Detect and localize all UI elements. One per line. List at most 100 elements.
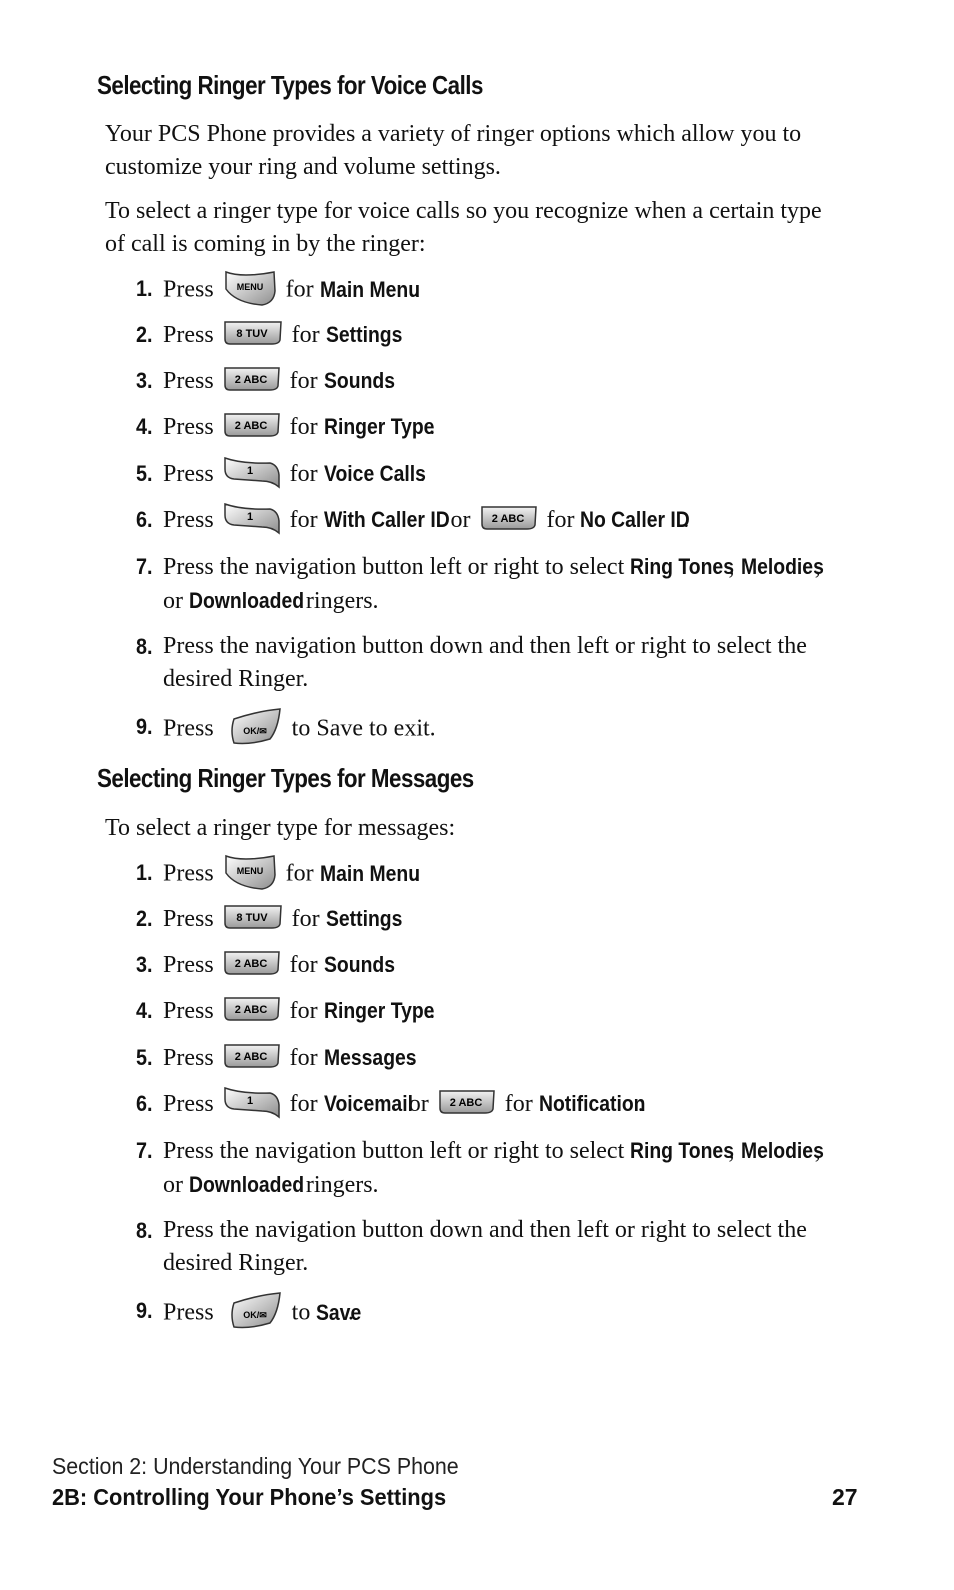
key-8-tuv-icon: 8 TUV (222, 903, 284, 931)
step-text: Press (163, 507, 214, 533)
step-text: Press (163, 368, 214, 394)
step-number: 1. (136, 860, 153, 885)
menu-target: Main Menu (319, 860, 420, 886)
step-text: for (291, 322, 320, 348)
step-text: Press (163, 952, 214, 978)
instruction-paragraph: To select a ringer type for voice calls … (105, 198, 822, 257)
footer-section-title: Section 2: Understanding Your PCS Phone (52, 1453, 459, 1479)
step-text: for (546, 507, 575, 533)
svg-text:MENU: MENU (236, 866, 263, 876)
option-ring-tones: Ring Tones (630, 554, 735, 579)
step-number: 8. (136, 1218, 153, 1243)
step-item: 9. Press OK/✉ to Save to exit. (136, 707, 826, 750)
step-number: 6. (136, 507, 153, 532)
step-item: 4. Press 2 ABC for Ringer Type. (136, 994, 826, 1028)
step-item: 7. Press the navigation button left or r… (136, 550, 826, 618)
step-text: or (450, 507, 471, 533)
step-number: 3. (136, 952, 153, 977)
ok-message-key-icon: OK/✉ (228, 1291, 284, 1331)
section-heading-messages: Selecting Ringer Types for Messages (97, 763, 474, 793)
step-number: 4. (136, 414, 153, 439)
step-item: 2. Press 8 TUV for Settings. (136, 902, 826, 936)
step-item: 8. Press the navigation button down and … (136, 1214, 826, 1280)
key-2-abc-icon: 2 ABC (437, 1088, 497, 1116)
intro-paragraph: Your PCS Phone provides a variety of rin… (105, 121, 802, 180)
step-number: 7. (136, 554, 153, 579)
footer-chapter-title: 2B: Controlling Your Phone’s Settings (52, 1484, 447, 1510)
step-text: to Save to exit. (291, 715, 436, 742)
step-item: 5. Press 2 ABC for Messages. (136, 1041, 826, 1075)
step-text: Press (163, 906, 214, 932)
step-item: 3. Press 2 ABC for Sounds. (136, 364, 826, 398)
step-number: 6. (136, 1091, 153, 1116)
menu-target: Sounds (323, 368, 395, 393)
step-text: Press (163, 998, 214, 1024)
step-number: 3. (136, 368, 153, 393)
step-text: Press (163, 860, 214, 887)
svg-text:OK/✉: OK/✉ (243, 1310, 267, 1320)
menu-target: Sounds (323, 952, 395, 977)
step-text: Press (163, 1045, 214, 1071)
step-text: for (285, 276, 314, 303)
svg-text:2 ABC: 2 ABC (234, 958, 267, 970)
step-text: to (291, 1299, 311, 1326)
key-8-tuv-icon: 8 TUV (222, 319, 284, 347)
step-text: Press (163, 276, 214, 303)
step-text: for (285, 860, 314, 887)
svg-text:2 ABC: 2 ABC (234, 374, 267, 386)
step-text: Press the navigation button down and the… (163, 633, 807, 692)
step-text: for (291, 906, 320, 932)
step-text: for (289, 998, 318, 1024)
step-number: 9. (136, 1298, 153, 1323)
menu-target: Save (316, 1299, 362, 1325)
svg-text:2 ABC: 2 ABC (234, 420, 267, 432)
menu-target: Ringer Type (323, 414, 435, 439)
key-1-icon: 1 (222, 455, 282, 490)
option-melodies: Melodies (740, 1138, 824, 1163)
ok-message-key-icon: OK/✉ (228, 707, 284, 747)
step-text: Press (163, 461, 214, 487)
svg-text:2 ABC: 2 ABC (234, 1004, 267, 1016)
key-2-abc-icon: 2 ABC (222, 949, 282, 977)
step-item: 9. Press OK/✉ to Save. (136, 1291, 826, 1334)
step-text: Press (163, 1091, 214, 1117)
key-2-abc-icon: 2 ABC (222, 411, 282, 439)
step-text: Press (163, 1299, 214, 1326)
menu-target: No Caller ID (580, 507, 691, 532)
step-item: 8. Press the navigation button down and … (136, 630, 826, 696)
step-text: ringers. (305, 1172, 379, 1198)
menu-target: Settings (325, 322, 403, 347)
menu-target: Ringer Type (323, 998, 435, 1023)
key-1-icon: 1 (222, 1085, 282, 1120)
step-text: for (289, 507, 318, 533)
step-text: Press the navigation button left or righ… (163, 554, 625, 580)
step-number: 9. (136, 714, 153, 739)
svg-text:MENU: MENU (236, 282, 263, 292)
step-item: 2. Press 8 TUV for Settings. (136, 318, 826, 352)
step-number: 2. (136, 906, 153, 931)
key-1-icon: 1 (222, 501, 282, 536)
svg-text:OK/✉: OK/✉ (243, 726, 267, 736)
svg-text:8 TUV: 8 TUV (236, 912, 268, 924)
step-text: Press the navigation button left or righ… (163, 1138, 625, 1164)
step-text: for (289, 414, 318, 440)
step-item: 5. Press 1 for Voice Calls. (136, 457, 826, 492)
svg-text:1: 1 (247, 511, 253, 523)
option-downloaded: Downloaded (189, 1172, 305, 1197)
menu-target: With Caller ID (323, 507, 450, 532)
step-item: 3. Press 2 ABC for Sounds. (136, 948, 826, 982)
menu-target: Voicemail (323, 1091, 413, 1116)
svg-text:2 ABC: 2 ABC (234, 1051, 267, 1063)
menu-target: Voice Calls (323, 461, 426, 486)
step-item: 7. Press the navigation button left or r… (136, 1134, 826, 1202)
step-number: 7. (136, 1138, 153, 1163)
svg-text:2 ABC: 2 ABC (491, 513, 524, 525)
step-text: Press (163, 715, 214, 742)
menu-key-icon: MENU (222, 269, 278, 307)
step-number: 4. (136, 998, 153, 1023)
key-2-abc-icon: 2 ABC (222, 995, 282, 1023)
key-2-abc-icon: 2 ABC (222, 1042, 282, 1070)
step-text: Press (163, 322, 214, 348)
menu-target: Settings (325, 906, 403, 931)
page-number: 27 (832, 1484, 858, 1510)
